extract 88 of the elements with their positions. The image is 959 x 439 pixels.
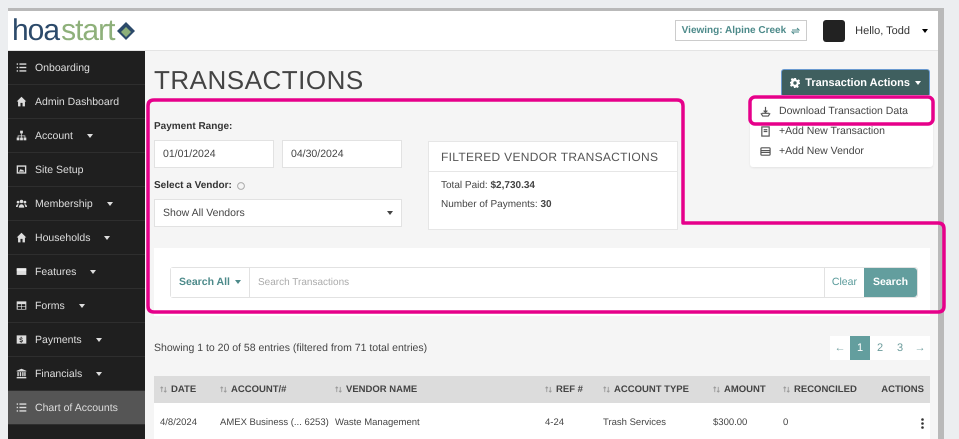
sort-icon [603, 386, 610, 393]
column-header[interactable]: REF # [556, 384, 583, 395]
entries-info: Showing 1 to 20 of 58 entries (filtered from 71 total entries) [154, 342, 428, 354]
people-icon [16, 198, 27, 209]
sidebar-item[interactable]: Chart of Accounts [8, 391, 145, 425]
sidebar-item[interactable]: Membership [8, 187, 145, 221]
summary-title: FILTERED VENDOR TRANSACTIONS [429, 142, 677, 172]
user-greeting[interactable]: Hello, Todd [855, 24, 910, 36]
sidebar-label: Membership [35, 198, 93, 210]
sidebar-label: Account [35, 130, 73, 142]
menu-item[interactable]: +Add New Vendor [750, 141, 933, 161]
column-header[interactable]: ACCOUNT/# [231, 384, 286, 395]
sort-icon [220, 386, 227, 393]
sort-icon [783, 386, 790, 393]
column-header[interactable]: AMOUNT [724, 384, 766, 395]
sidebar-label: Payments [35, 334, 82, 346]
table-cell-text: $300.00 [712, 416, 748, 430]
vendor-select[interactable]: Show All Vendors [154, 199, 402, 227]
table-cell-text: AMEX Business (... 6253) [219, 416, 329, 430]
page-title: TRANSACTIONS [154, 65, 364, 96]
menu-item-label: +Add New Vendor [779, 145, 864, 157]
card-icon [16, 266, 27, 277]
gear-icon [790, 78, 800, 88]
document-icon [760, 126, 771, 136]
logo: hoastart [12, 14, 136, 48]
help-icon [236, 182, 245, 190]
sidebar-item[interactable]: Households [8, 221, 145, 255]
menu-item[interactable]: Download Transaction Data [750, 101, 933, 121]
sidebar-label: Features [35, 266, 76, 278]
caret-icon [387, 211, 393, 215]
sidebar-label: Households [35, 232, 90, 244]
sort-icon [160, 386, 167, 393]
dollar-icon [16, 334, 27, 345]
sitemap-icon [16, 130, 27, 141]
field-label: Payment Range: [154, 121, 232, 132]
sidebar-item[interactable]: Features [8, 255, 145, 289]
sidebar-item[interactable]: Account [8, 119, 145, 153]
image-icon [16, 164, 27, 175]
start-date-field[interactable]: 01/01/2024 [154, 140, 274, 168]
field-label: Select a Vendor: [154, 180, 232, 191]
end-date-field[interactable]: 04/30/2024 [282, 140, 402, 168]
table-cell-text: 4-24 [544, 416, 566, 430]
sidebar-item[interactable]: Forms [8, 289, 145, 323]
summary-line: Total Paid: $2,730.34 [440, 180, 536, 191]
menu-item-label: +Add New Transaction [779, 125, 885, 137]
column-header: ACTIONS [881, 384, 924, 395]
list-icon [16, 62, 27, 73]
sidebar-label: Chart of Accounts [35, 402, 118, 414]
table-cell-text: Trash Services [602, 416, 667, 430]
caret-icon [915, 81, 921, 85]
menu-item[interactable]: +Add New Transaction [750, 121, 933, 141]
table-cell-text: Waste Management [334, 416, 421, 430]
caret-icon [922, 28, 928, 32]
store-icon [760, 146, 771, 156]
community-switch-button[interactable]: Viewing: Alpine Creek [674, 20, 808, 41]
house-icon [16, 96, 27, 107]
more-options-icon[interactable] [921, 418, 924, 428]
column-header[interactable]: ACCOUNT TYPE [614, 384, 689, 395]
search-scope-dropdown[interactable]: Search All [171, 268, 250, 296]
column-header[interactable]: RECONCILED [794, 384, 857, 395]
sort-icon [335, 386, 342, 393]
list-icon [16, 402, 27, 413]
sidebar-label: Site Setup [35, 164, 84, 176]
table-icon [16, 300, 27, 311]
menu-item-label: Download Transaction Data [779, 105, 908, 117]
sidebar-label: Financials [35, 368, 82, 380]
bank-icon [16, 368, 27, 379]
column-header[interactable]: DATE [171, 384, 196, 395]
sidebar-label: Onboarding [35, 62, 90, 74]
sidebar-item[interactable]: Onboarding [8, 51, 145, 85]
search-field[interactable]: Search All Search Transactions Clear Search [170, 266, 918, 298]
sidebar-item[interactable]: Admin Dashboard [8, 85, 145, 119]
download-icon [760, 106, 771, 116]
table-cell-text: 4/8/2024 [159, 416, 198, 430]
house-icon [16, 232, 27, 243]
summary-line: Number of Payments: 30 [440, 199, 553, 210]
sidebar-label: Forms [35, 300, 65, 312]
avatar [823, 20, 846, 42]
sort-icon [713, 386, 720, 393]
sidebar-item[interactable]: Payments [8, 323, 145, 357]
caret-icon [234, 280, 241, 284]
column-header[interactable]: VENDOR NAME [346, 384, 418, 395]
transaction-actions-button[interactable]: Transaction Actions [781, 69, 930, 97]
sidebar-item[interactable]: Site Setup [8, 153, 145, 187]
swap-icon [791, 26, 800, 34]
sort-icon [545, 386, 552, 393]
table-cell-text: 0 [782, 416, 790, 430]
sidebar-label: Admin Dashboard [35, 96, 120, 108]
